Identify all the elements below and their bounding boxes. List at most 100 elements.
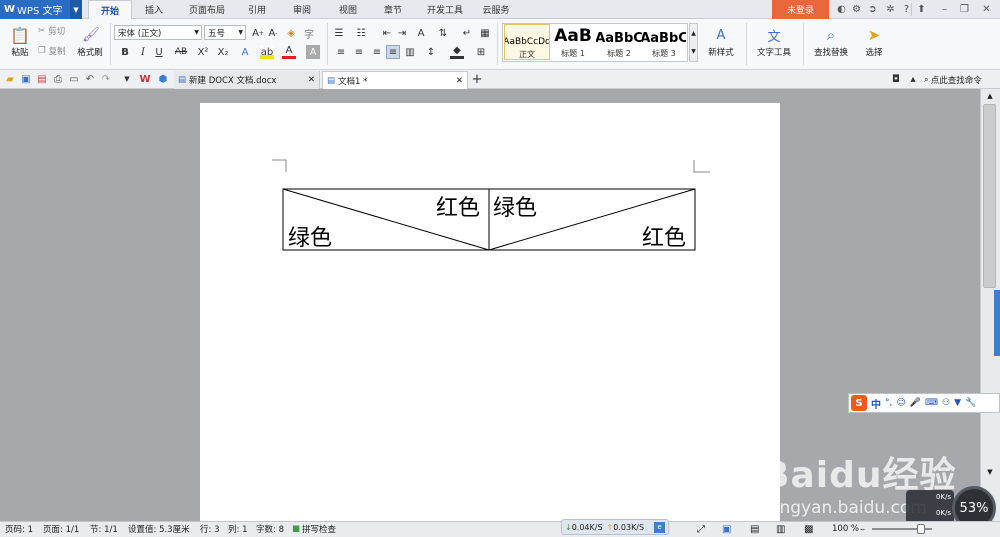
save-icon[interactable]: ▣ bbox=[19, 72, 33, 86]
new-style-button[interactable]: A 新样式 bbox=[702, 24, 740, 62]
zoom-slider-thumb[interactable] bbox=[917, 524, 925, 534]
new-tab-icon[interactable]: + bbox=[470, 72, 484, 87]
close-icon[interactable]: ✕ bbox=[456, 76, 463, 86]
style-heading-2[interactable]: AaBbC 标题 2 bbox=[596, 24, 642, 60]
ime-toolbar[interactable]: S 中 °, ☺ 🎤 ⌨ ⚇ ▼ 🔧 bbox=[848, 393, 1000, 413]
spell-check-button[interactable]: ■ 拼写检查 bbox=[292, 521, 336, 537]
tab-cloud[interactable]: 云服务 bbox=[476, 0, 516, 19]
format-painter-button[interactable]: 🖌 格式刷 bbox=[74, 24, 106, 62]
tab-insert[interactable]: 插入 bbox=[136, 0, 172, 19]
paste-button[interactable]: 📋 粘贴 bbox=[6, 24, 34, 62]
table-cell-text[interactable]: 红色 bbox=[436, 190, 480, 222]
numbered-list-icon[interactable]: ☷ bbox=[354, 26, 368, 40]
show-marks-icon[interactable]: ↵ bbox=[460, 26, 474, 40]
copy-button[interactable]: ❐ 复制 bbox=[38, 45, 66, 57]
skin-icon[interactable]: ◐ bbox=[835, 3, 848, 16]
doc-tab[interactable]: ▤ 新建 DOCX 文档.docx ✕ bbox=[174, 71, 320, 89]
tab-chapter[interactable]: 章节 bbox=[375, 0, 411, 19]
cut-button[interactable]: ✂ 剪切 bbox=[38, 25, 65, 37]
microphone-icon[interactable]: 🎤 bbox=[910, 398, 921, 408]
phonetic-icon[interactable]: 字 bbox=[302, 26, 316, 41]
text-direction-icon[interactable]: A bbox=[414, 26, 428, 40]
font-color-icon[interactable]: A bbox=[282, 45, 296, 59]
net-speed-widget[interactable]: 0K/s 0K/s bbox=[906, 490, 954, 524]
table-cell-text[interactable]: 红色 bbox=[642, 220, 686, 252]
chevron-down-icon[interactable]: ▼ bbox=[120, 72, 134, 86]
bullet-list-icon[interactable]: ☰ bbox=[332, 26, 346, 40]
table-cell-text[interactable]: 绿色 bbox=[288, 220, 332, 252]
clear-format-icon[interactable]: ◈ bbox=[284, 26, 298, 40]
tab-developer[interactable]: 开发工具 bbox=[420, 0, 470, 19]
shrink-font-icon[interactable]: A- bbox=[266, 26, 280, 40]
wrench-icon[interactable]: 🔧 bbox=[965, 398, 976, 408]
settings-icon[interactable]: ⚙ bbox=[850, 3, 863, 16]
zoom-level[interactable]: 100 % bbox=[832, 521, 859, 537]
sort-icon[interactable]: ⇅ bbox=[436, 26, 450, 40]
skin-icon[interactable]: ▼ bbox=[954, 398, 961, 408]
tab-home[interactable]: 开始 bbox=[88, 0, 132, 19]
grow-font-icon[interactable]: A + bbox=[251, 26, 265, 40]
open-folder-icon[interactable]: ▰ bbox=[3, 72, 17, 86]
share-icon[interactable]: ➲ bbox=[866, 3, 879, 16]
print-preview-icon[interactable]: ▭ bbox=[67, 72, 81, 86]
pin-icon[interactable]: ⬆ bbox=[911, 3, 931, 16]
fullscreen-icon[interactable]: ⤢ bbox=[697, 521, 705, 537]
chevron-up-icon[interactable]: ▲ bbox=[981, 90, 999, 102]
side-panel-toggle[interactable] bbox=[994, 290, 1000, 356]
print-icon[interactable]: ⎙ bbox=[51, 72, 65, 86]
tab-view[interactable]: 视图 bbox=[330, 0, 366, 19]
read-mode-icon[interactable]: ▩ bbox=[804, 521, 813, 537]
style-heading-1[interactable]: AaB 标题 1 bbox=[550, 24, 596, 60]
font-name-select[interactable]: 宋体 (正文) ▼ bbox=[114, 25, 202, 40]
char-shading-icon[interactable]: A bbox=[306, 45, 320, 59]
network-speed-bar[interactable]: ↓ 0.04K/S ↑ 0.03K/S e bbox=[561, 519, 669, 535]
minimize-icon[interactable]: – bbox=[938, 3, 951, 16]
doc-tab-active[interactable]: ▤ 文档1 * ✕ bbox=[322, 71, 468, 89]
punctuation-icon[interactable]: °, bbox=[885, 398, 892, 408]
justify-icon[interactable]: ≡ bbox=[386, 45, 400, 59]
find-replace-button[interactable]: ⌕ 查找替换 bbox=[806, 24, 856, 62]
style-normal[interactable]: AaBbCcDd 正文 bbox=[504, 24, 550, 60]
decrease-indent-icon[interactable]: ⇤ bbox=[380, 26, 394, 40]
login-button[interactable]: 未登录 bbox=[772, 0, 829, 19]
chevron-down-icon[interactable]: ▼ bbox=[70, 0, 82, 19]
zoom-out-icon[interactable]: – bbox=[860, 521, 865, 537]
gear-icon[interactable]: ✲ bbox=[884, 3, 897, 16]
feedback-icon[interactable]: ◘ bbox=[889, 72, 903, 86]
line-spacing-icon[interactable]: ↕ bbox=[424, 45, 438, 59]
text-effect-icon[interactable]: A bbox=[238, 45, 252, 59]
emoji-icon[interactable]: ☺ bbox=[896, 398, 905, 408]
outline-view-icon[interactable]: ▤ bbox=[750, 521, 759, 537]
close-icon[interactable]: ✕ bbox=[980, 3, 993, 16]
table-grid-icon[interactable]: ▦ bbox=[478, 26, 492, 40]
highlight-icon[interactable]: ab bbox=[260, 45, 274, 59]
select-button[interactable]: ➤ 选择 bbox=[858, 24, 890, 62]
borders-icon[interactable]: ⊞ bbox=[474, 45, 488, 59]
chevron-down-icon[interactable]: ▼ bbox=[981, 466, 999, 478]
paragraph-shading-icon[interactable]: ◆ bbox=[450, 45, 464, 59]
wps-home-icon[interactable]: W bbox=[138, 72, 152, 86]
page-view-icon[interactable]: ▣ bbox=[722, 521, 731, 537]
tab-review[interactable]: 审阅 bbox=[284, 0, 320, 19]
text-tools-button[interactable]: 文 文字工具 bbox=[750, 24, 798, 62]
user-icon[interactable]: ⚇ bbox=[942, 398, 950, 408]
restore-icon[interactable]: ❐ bbox=[958, 3, 971, 16]
collapse-ribbon-icon[interactable]: ▴ bbox=[906, 72, 920, 86]
redo-icon[interactable]: ↷ bbox=[99, 72, 113, 86]
distribute-icon[interactable]: ▥ bbox=[403, 45, 417, 59]
align-right-icon[interactable]: ≡ bbox=[370, 45, 384, 59]
font-size-select[interactable]: 五号 ▼ bbox=[204, 25, 246, 40]
align-left-icon[interactable]: ≡ bbox=[334, 45, 348, 59]
keyboard-icon[interactable]: ⌨ bbox=[925, 398, 938, 408]
export-pdf-icon[interactable]: ▤ bbox=[35, 72, 49, 86]
cloud-docs-icon[interactable]: ⬢ bbox=[156, 72, 170, 86]
find-command-box[interactable]: ⌕ 点此查找命令 bbox=[924, 71, 982, 89]
increase-indent-icon[interactable]: ⇥ bbox=[395, 26, 409, 40]
style-gallery-scroll[interactable]: ▲ ▼ bbox=[689, 23, 698, 62]
strikethrough-icon[interactable]: AB bbox=[174, 45, 188, 59]
table-cell-text[interactable]: 绿色 bbox=[493, 190, 537, 222]
web-view-icon[interactable]: ▥ bbox=[776, 521, 785, 537]
align-center-icon[interactable]: ≡ bbox=[352, 45, 366, 59]
superscript-icon[interactable]: X² bbox=[196, 45, 210, 59]
tab-references[interactable]: 引用 bbox=[240, 0, 274, 19]
